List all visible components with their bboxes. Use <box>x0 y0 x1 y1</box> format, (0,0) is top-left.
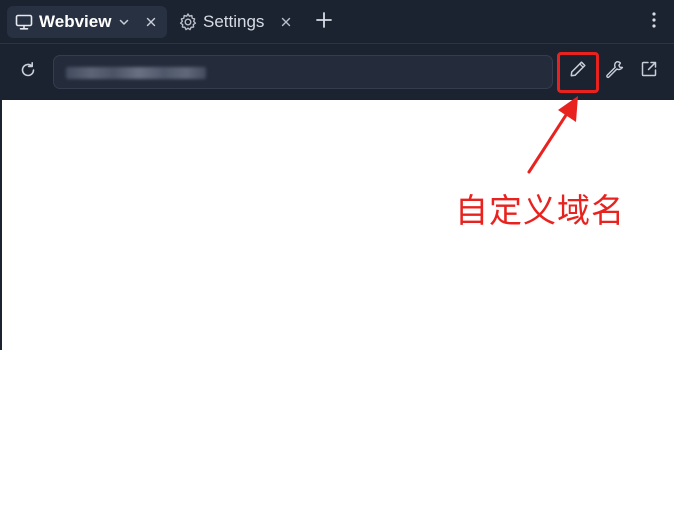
external-link-icon <box>639 59 659 84</box>
reload-button[interactable] <box>17 61 39 83</box>
open-external-button[interactable] <box>637 59 661 83</box>
close-icon[interactable] <box>279 15 293 29</box>
wrench-icon <box>604 59 624 84</box>
app-window: Webview Settings 自定义域名 <box>0 0 674 512</box>
annotation-label: 自定义域名 <box>455 191 625 230</box>
devtools-button[interactable] <box>602 59 626 83</box>
tab-bar: Webview Settings <box>0 0 674 44</box>
chevron-down-icon[interactable] <box>117 15 131 29</box>
plus-icon <box>315 11 333 34</box>
close-icon[interactable] <box>144 15 158 29</box>
more-vertical-icon <box>651 11 657 34</box>
more-menu-button[interactable] <box>644 11 664 34</box>
gear-icon <box>178 12 198 32</box>
add-tab-button[interactable] <box>314 11 334 34</box>
url-input[interactable] <box>53 55 553 89</box>
tab-label: Webview <box>39 12 112 31</box>
tab-webview[interactable]: Webview <box>7 6 167 38</box>
window-edge <box>0 100 2 350</box>
webview-content[interactable] <box>0 100 674 512</box>
tab-label: Settings <box>203 12 265 31</box>
tab-settings[interactable]: Settings <box>173 6 303 38</box>
monitor-icon <box>14 12 34 32</box>
reload-icon <box>18 60 38 85</box>
annotation-highlight-box <box>557 52 599 93</box>
url-text-redacted <box>66 67 206 79</box>
